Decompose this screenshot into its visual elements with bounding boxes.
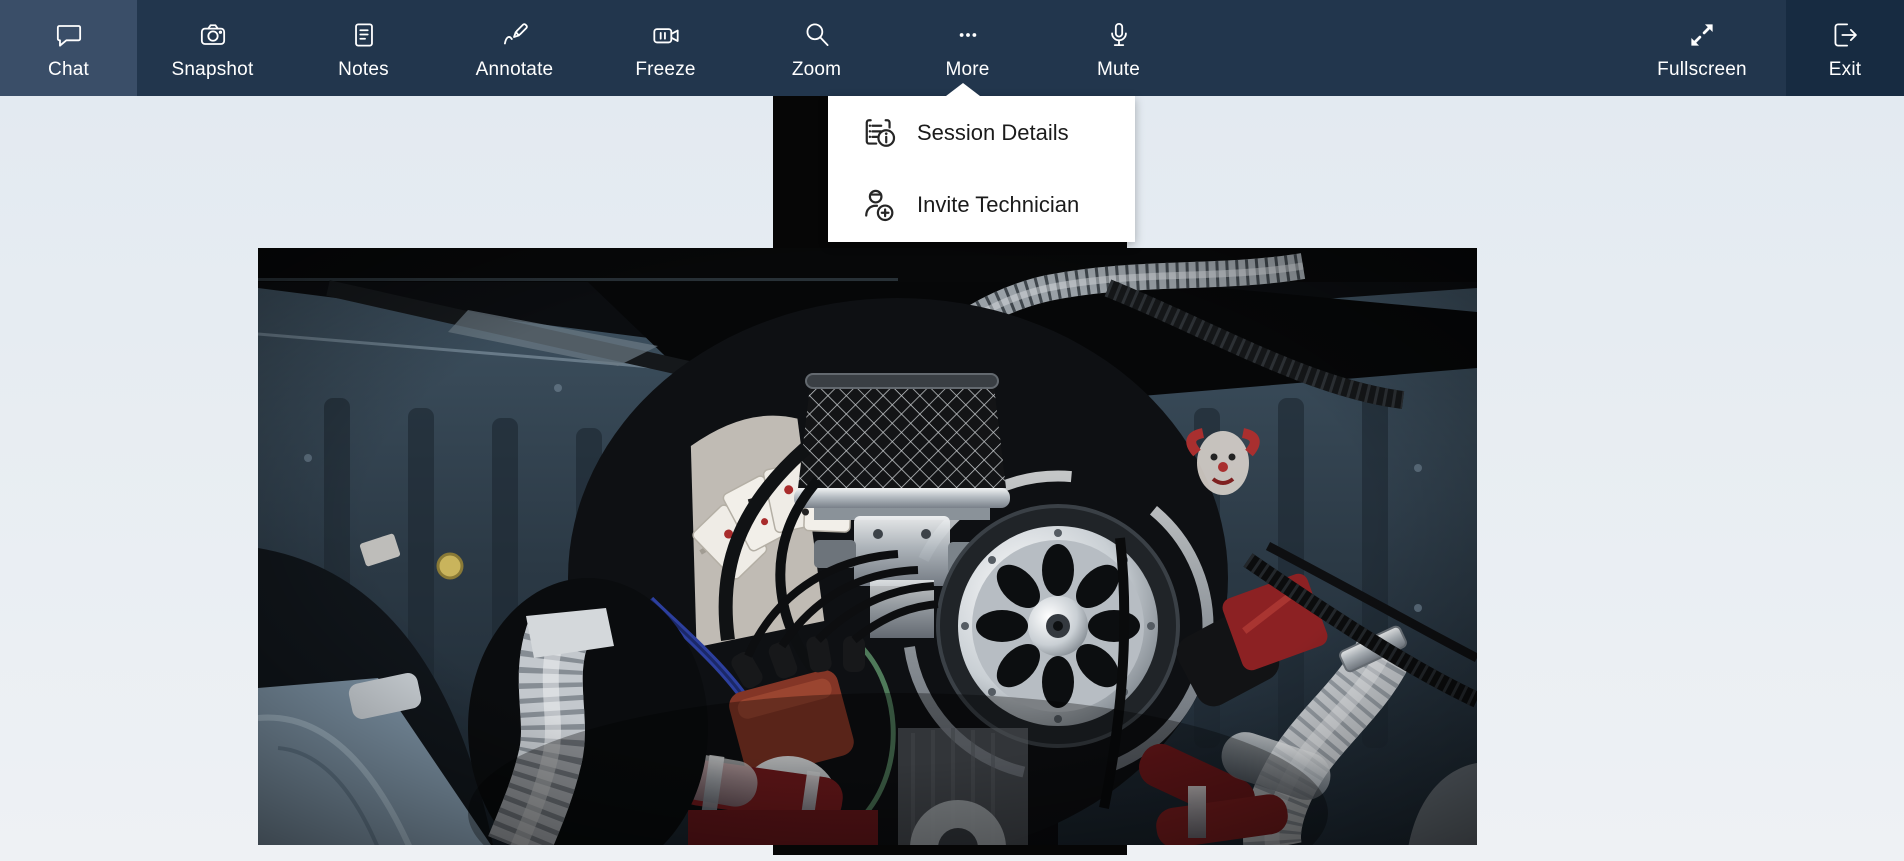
- toolbar-item-zoom[interactable]: Zoom: [741, 0, 892, 96]
- toolbar-item-label: Zoom: [791, 59, 842, 80]
- toolbar-item-label: Freeze: [635, 59, 696, 80]
- menu-item-label: Session Details: [917, 120, 1069, 145]
- toolbar-item-chat[interactable]: Chat: [0, 0, 137, 96]
- toolbar-item-fullscreen[interactable]: Fullscreen: [1618, 0, 1786, 96]
- snapshot-camera-icon: [196, 17, 230, 53]
- remote-support-session-window: Chat Snapshot Notes Annotate Freeze Zoom…: [0, 0, 1904, 861]
- toolbar-item-snapshot[interactable]: Snapshot: [137, 0, 288, 96]
- mute-microphone-icon: [1102, 17, 1136, 53]
- more-ellipsis-icon: [951, 17, 985, 53]
- menu-item-session-details[interactable]: Session Details: [828, 102, 1135, 164]
- toolbar-item-label: Exit: [1828, 59, 1862, 80]
- session-details-icon: [858, 112, 900, 154]
- more-menu-arrow: [946, 83, 980, 96]
- freeze-video-icon: [649, 17, 683, 53]
- toolbar-item-exit[interactable]: Exit: [1786, 0, 1904, 96]
- toolbar-item-label: Mute: [1096, 59, 1141, 80]
- menu-item-label: Invite Technician: [917, 192, 1080, 217]
- menu-item-invite-technician[interactable]: Invite Technician: [828, 174, 1135, 236]
- toolbar-item-more[interactable]: More: [892, 0, 1043, 96]
- annotate-pen-icon: [498, 17, 532, 53]
- more-menu: Session Details Invite Technician: [828, 96, 1135, 242]
- toolbar-item-label: Fullscreen: [1657, 59, 1747, 80]
- toolbar-item-label: Snapshot: [171, 59, 254, 80]
- toolbar-item-label: Annotate: [475, 59, 554, 80]
- zoom-magnifier-icon: [800, 17, 834, 53]
- toolbar: Chat Snapshot Notes Annotate Freeze Zoom…: [0, 0, 1904, 96]
- engine-bay-photo: [258, 248, 1477, 845]
- toolbar-item-freeze[interactable]: Freeze: [590, 0, 741, 96]
- invite-technician-icon: [858, 184, 900, 226]
- fullscreen-arrows-icon: [1685, 17, 1719, 53]
- toolbar-item-annotate[interactable]: Annotate: [439, 0, 590, 96]
- notes-icon: [347, 17, 381, 53]
- toolbar-item-label: Chat: [48, 59, 89, 80]
- toolbar-item-label: More: [945, 59, 990, 80]
- toolbar-item-mute[interactable]: Mute: [1043, 0, 1194, 96]
- chat-icon: [52, 17, 86, 53]
- toolbar-item-label: Notes: [338, 59, 389, 80]
- exit-logout-icon: [1828, 17, 1862, 53]
- toolbar-item-notes[interactable]: Notes: [288, 0, 439, 96]
